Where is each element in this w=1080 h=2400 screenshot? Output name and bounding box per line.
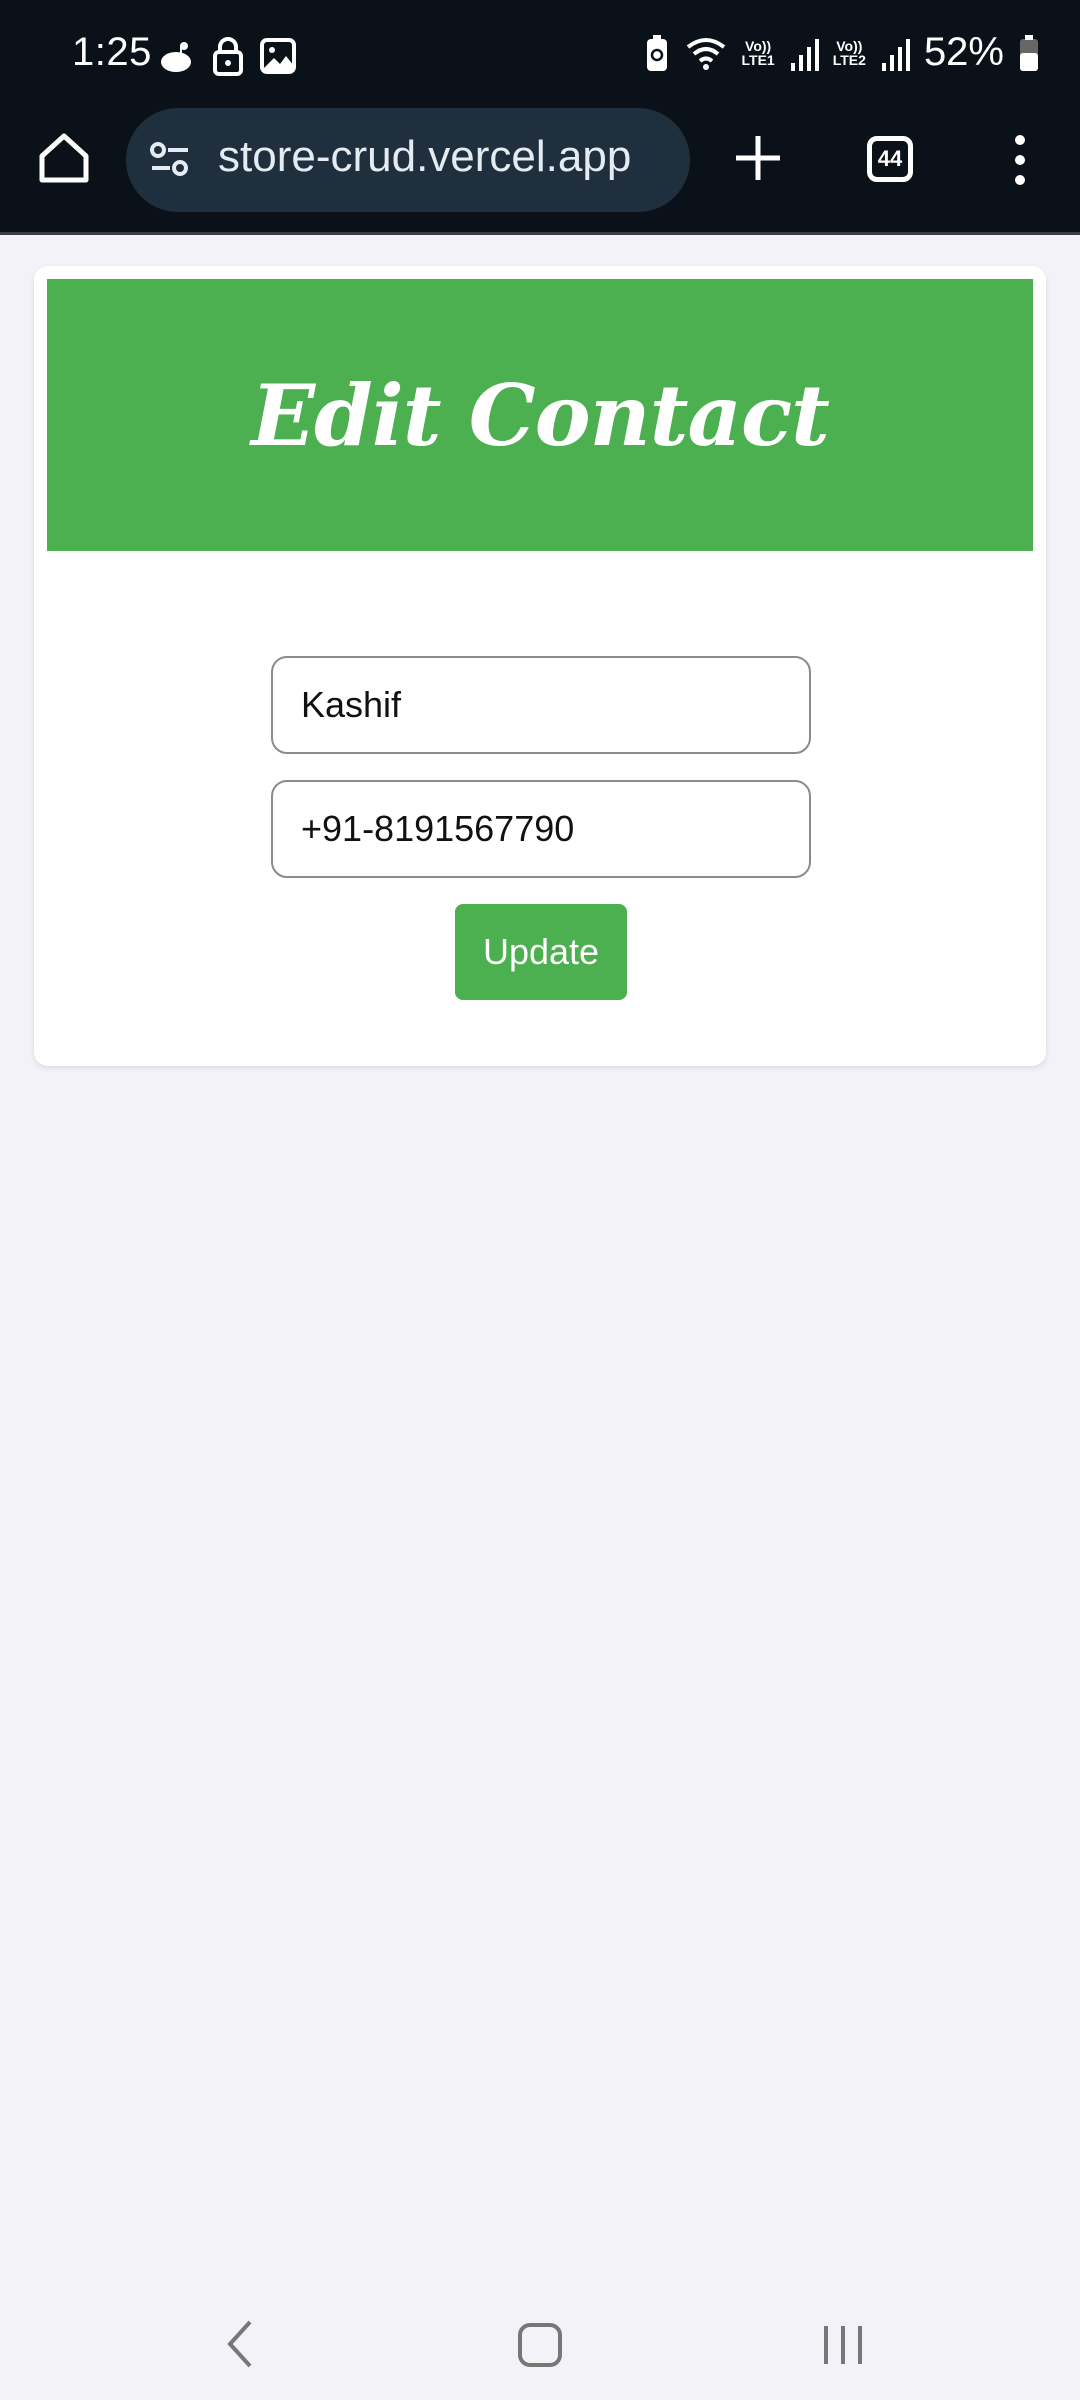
system-navigation-bar [0, 2290, 1080, 2400]
browser-toolbar: store-crud.vercel.app 44 [0, 108, 1080, 230]
sim2-label: LTE2 [832, 51, 866, 68]
status-time: 1:25 [72, 30, 152, 74]
home-icon[interactable] [36, 130, 92, 186]
status-bar: 1:25 Vo)) LTE1 Vo)) LTE2 52% [0, 0, 1080, 110]
battery-saver-icon [646, 34, 667, 71]
phone-input[interactable] [271, 780, 811, 878]
more-menu-icon[interactable] [1000, 130, 1040, 190]
tab-switcher-button[interactable]: 44 [867, 136, 913, 182]
page-header-banner: Edit Contact [47, 279, 1033, 551]
sim1-label: LTE1 [741, 51, 775, 68]
volte-label: Vo)) [745, 37, 772, 54]
new-tab-icon[interactable] [730, 130, 786, 186]
name-input[interactable] [271, 656, 811, 754]
notification-app-icon [161, 42, 191, 72]
recent-apps-icon[interactable] [820, 2312, 866, 2376]
sim2-indicator: Vo)) LTE2 [833, 39, 866, 67]
page-title: Edit Contact [251, 365, 830, 465]
battery-icon [1020, 34, 1038, 71]
home-icon[interactable] [517, 2312, 563, 2376]
volte-label: Vo)) [836, 37, 863, 54]
battery-percent: 52% [923, 30, 1004, 74]
url-text[interactable]: store-crud.vercel.app [218, 132, 674, 182]
back-icon[interactable] [222, 2312, 258, 2376]
notification-icons [156, 36, 296, 76]
update-button[interactable]: Update [455, 904, 627, 1000]
gallery-icon [260, 38, 296, 74]
wifi-icon [686, 37, 725, 70]
system-status-icons: Vo)) LTE1 Vo)) LTE2 52% [644, 30, 1040, 75]
signal-icon [790, 38, 819, 71]
sim1-indicator: Vo)) LTE1 [742, 39, 775, 67]
site-settings-icon[interactable] [148, 140, 192, 180]
lock-icon [213, 37, 243, 76]
signal-icon [881, 38, 910, 71]
url-bar[interactable]: store-crud.vercel.app [126, 108, 690, 212]
edit-contact-card: Edit Contact Update [34, 266, 1046, 1066]
system-top-bar: 1:25 Vo)) LTE1 Vo)) LTE2 52% store-crud.… [0, 0, 1080, 235]
